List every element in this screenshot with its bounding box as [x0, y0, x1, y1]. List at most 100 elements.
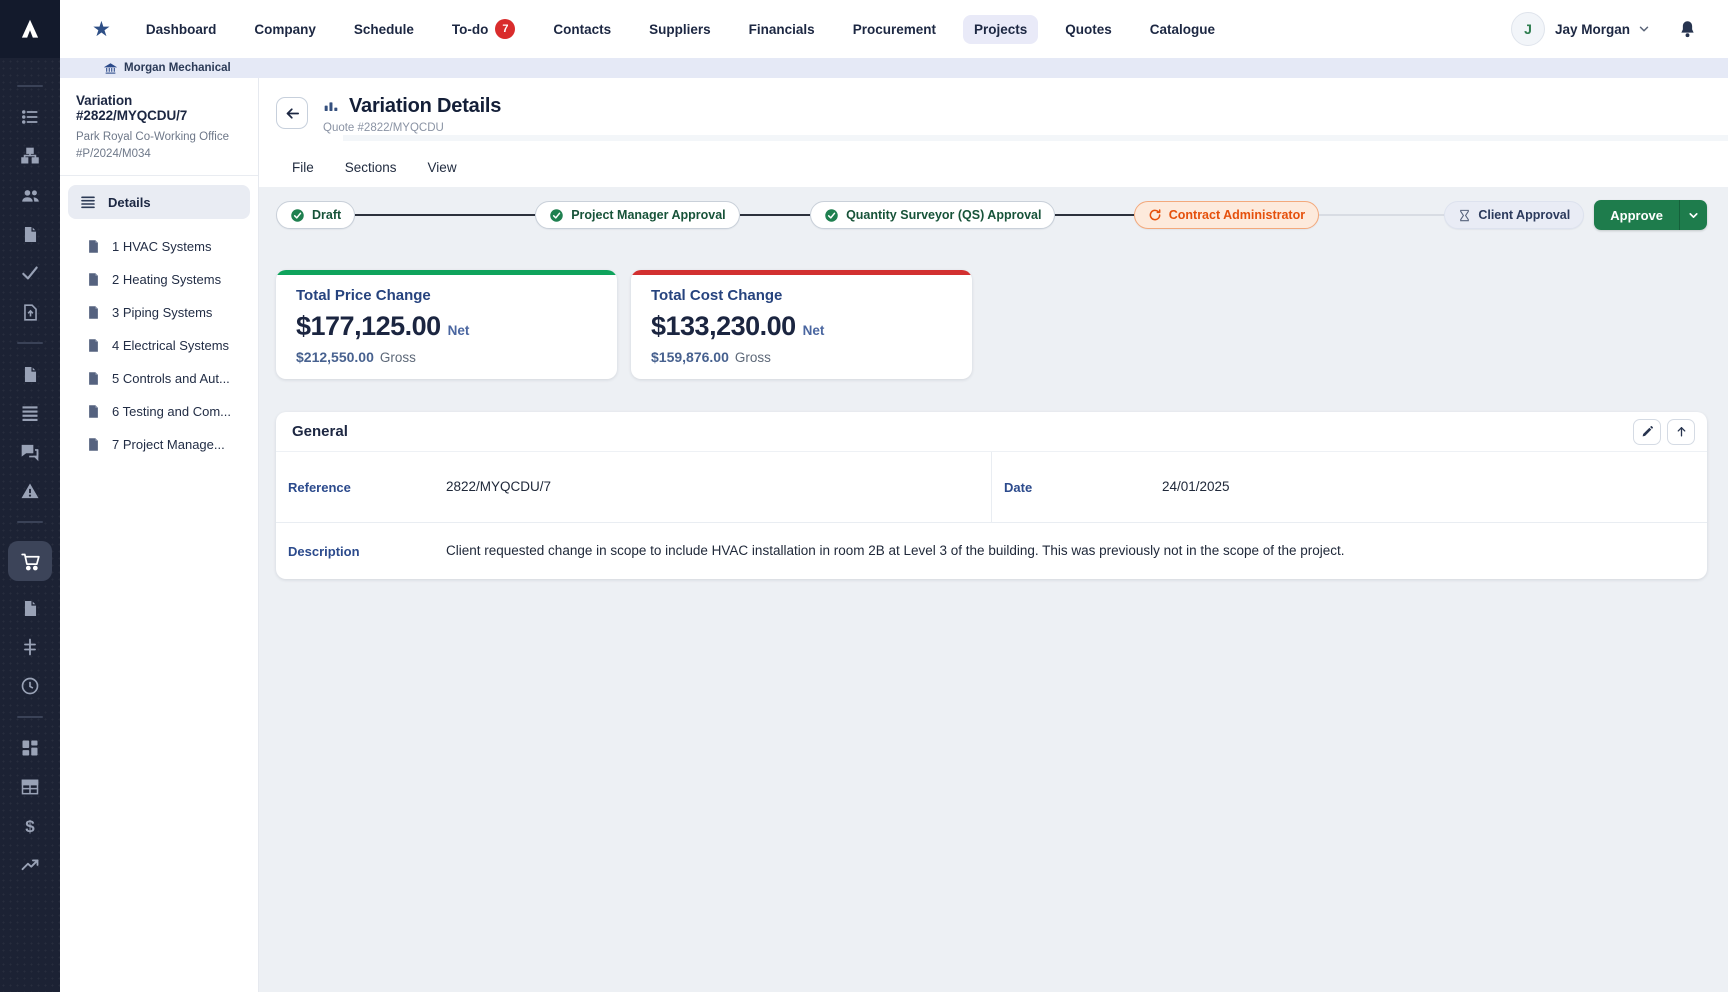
net-value: $133,230.00 — [651, 311, 796, 342]
nav-projects[interactable]: Projects — [963, 15, 1038, 44]
chevron-down-icon — [1687, 209, 1700, 222]
nav-suppliers[interactable]: Suppliers — [638, 15, 722, 44]
net-label: Net — [803, 323, 825, 338]
user-avatar[interactable]: J — [1511, 12, 1545, 46]
description-label: Description — [288, 544, 446, 559]
file-upload-icon[interactable] — [8, 300, 52, 324]
app-logo[interactable] — [0, 0, 60, 58]
description-value: Client requested change in scope to incl… — [446, 541, 1345, 561]
date-value: 24/01/2025 — [1162, 477, 1230, 497]
top-bar: ★ Dashboard Company Schedule To-do7 Cont… — [0, 0, 1728, 58]
sidebar-section-7[interactable]: 7 Project Manage... — [68, 428, 250, 461]
trend-icon[interactable] — [8, 853, 52, 877]
file-icon — [86, 437, 101, 452]
check-circle-icon — [290, 208, 305, 223]
menu-sections[interactable]: Sections — [343, 154, 399, 181]
dashboard-icon[interactable] — [8, 736, 52, 760]
user-name[interactable]: Jay Morgan — [1555, 22, 1630, 37]
main-area: Variation Details Quote #2822/MYQCDU Fil… — [259, 78, 1728, 992]
rows-icon[interactable] — [8, 401, 52, 425]
sidebar-divider — [60, 175, 258, 176]
adjustments-icon[interactable] — [8, 635, 52, 659]
general-row-description: Description Client requested change in s… — [276, 523, 1707, 579]
project-subtitle: Park Royal Co-Working Office #P/2024/M03… — [76, 129, 244, 162]
hourglass-icon — [1458, 209, 1471, 222]
users-icon[interactable] — [8, 183, 52, 207]
in-progress-icon — [1148, 208, 1162, 222]
stepper-connector — [740, 214, 810, 216]
file-icon — [86, 305, 101, 320]
step-client-approval[interactable]: Client Approval — [1444, 201, 1584, 229]
approve-dropdown-button[interactable] — [1679, 200, 1707, 230]
nav-dashboard[interactable]: Dashboard — [135, 15, 228, 44]
gross-label: Gross — [735, 350, 771, 365]
sidebar-section-3[interactable]: 3 Piping Systems — [68, 296, 250, 329]
total-price-change-card: Total Price Change $177,125.00 Net $212,… — [276, 270, 617, 379]
user-menu-chevron-icon[interactable] — [1637, 22, 1651, 36]
step-draft[interactable]: Draft — [276, 201, 355, 229]
details-lines-icon — [80, 194, 96, 210]
nav-procurement[interactable]: Procurement — [842, 15, 947, 44]
hierarchy-icon[interactable] — [8, 144, 52, 168]
page-subtitle: Quote #2822/MYQCDU — [323, 122, 444, 134]
date-cell: Date 24/01/2025 — [991, 452, 1707, 522]
summary-cards: Total Price Change $177,125.00 Net $212,… — [276, 270, 1707, 379]
todo-count-badge: 7 — [495, 19, 515, 39]
collapse-button[interactable] — [1667, 419, 1695, 445]
chat-icon[interactable] — [8, 440, 52, 464]
menu-file[interactable]: File — [290, 154, 316, 181]
file-icon — [86, 371, 101, 386]
list-icon[interactable] — [8, 105, 52, 129]
step-qs-approval[interactable]: Quantity Surveyor (QS) Approval — [810, 201, 1055, 229]
sidebar-section-1[interactable]: 1 HVAC Systems — [68, 230, 250, 263]
step-project-manager-approval[interactable]: Project Manager Approval — [535, 201, 739, 229]
check-icon[interactable] — [8, 261, 52, 285]
clock-icon[interactable] — [8, 674, 52, 698]
reference-cell: Reference 2822/MYQCDU/7 — [276, 452, 991, 522]
nav-financials[interactable]: Financials — [738, 15, 826, 44]
notifications-bell-icon[interactable] — [1677, 19, 1698, 40]
context-sidebar: Variation #2822/MYQCDU/7 Park Royal Co-W… — [60, 78, 259, 992]
sidebar-section-5[interactable]: 5 Controls and Aut... — [68, 362, 250, 395]
card-title: Total Price Change — [296, 287, 597, 304]
nav-catalogue[interactable]: Catalogue — [1139, 15, 1226, 44]
net-value: $177,125.00 — [296, 311, 441, 342]
approval-stepper: Draft Project Manager Approval Quantity … — [276, 200, 1707, 230]
check-circle-icon — [824, 208, 839, 223]
table-icon[interactable] — [8, 775, 52, 799]
net-label: Net — [448, 323, 470, 338]
organisation-bar[interactable]: Morgan Mechanical — [60, 58, 1728, 78]
nav-todo[interactable]: To-do7 — [441, 12, 526, 46]
warning-icon[interactable] — [8, 479, 52, 503]
document-3-icon[interactable] — [8, 596, 52, 620]
sidebar-section-4[interactable]: 4 Electrical Systems — [68, 329, 250, 362]
arrow-left-icon — [284, 105, 301, 122]
nav-contacts[interactable]: Contacts — [542, 15, 622, 44]
sidebar-section-6[interactable]: 6 Testing and Com... — [68, 395, 250, 428]
menu-view[interactable]: View — [426, 154, 459, 181]
general-section-title: General — [292, 423, 1627, 440]
document-icon[interactable] — [8, 222, 52, 246]
reference-label: Reference — [288, 480, 446, 495]
stepper-connector — [355, 214, 535, 216]
sidebar-item-details[interactable]: Details — [68, 185, 250, 219]
dollar-icon[interactable]: $ — [8, 814, 52, 838]
nav-quotes[interactable]: Quotes — [1054, 15, 1123, 44]
edit-button[interactable] — [1633, 419, 1661, 445]
approve-button[interactable]: Approve — [1594, 200, 1679, 230]
top-right-controls: J Jay Morgan — [1511, 12, 1728, 46]
check-circle-icon — [549, 208, 564, 223]
step-contract-administrator[interactable]: Contract Administrator — [1134, 201, 1319, 229]
rail-divider — [17, 521, 43, 523]
document-2-icon[interactable] — [8, 362, 52, 386]
favorites-star-icon[interactable]: ★ — [92, 19, 111, 40]
nav-company[interactable]: Company — [243, 15, 327, 44]
back-button[interactable] — [276, 97, 308, 129]
logo-a-icon — [17, 16, 43, 42]
reference-value: 2822/MYQCDU/7 — [446, 477, 551, 497]
file-icon — [86, 239, 101, 254]
nav-schedule[interactable]: Schedule — [343, 15, 425, 44]
sidebar-section-2[interactable]: 2 Heating Systems — [68, 263, 250, 296]
stepper-connector — [1055, 214, 1133, 216]
cart-icon[interactable] — [8, 541, 52, 581]
